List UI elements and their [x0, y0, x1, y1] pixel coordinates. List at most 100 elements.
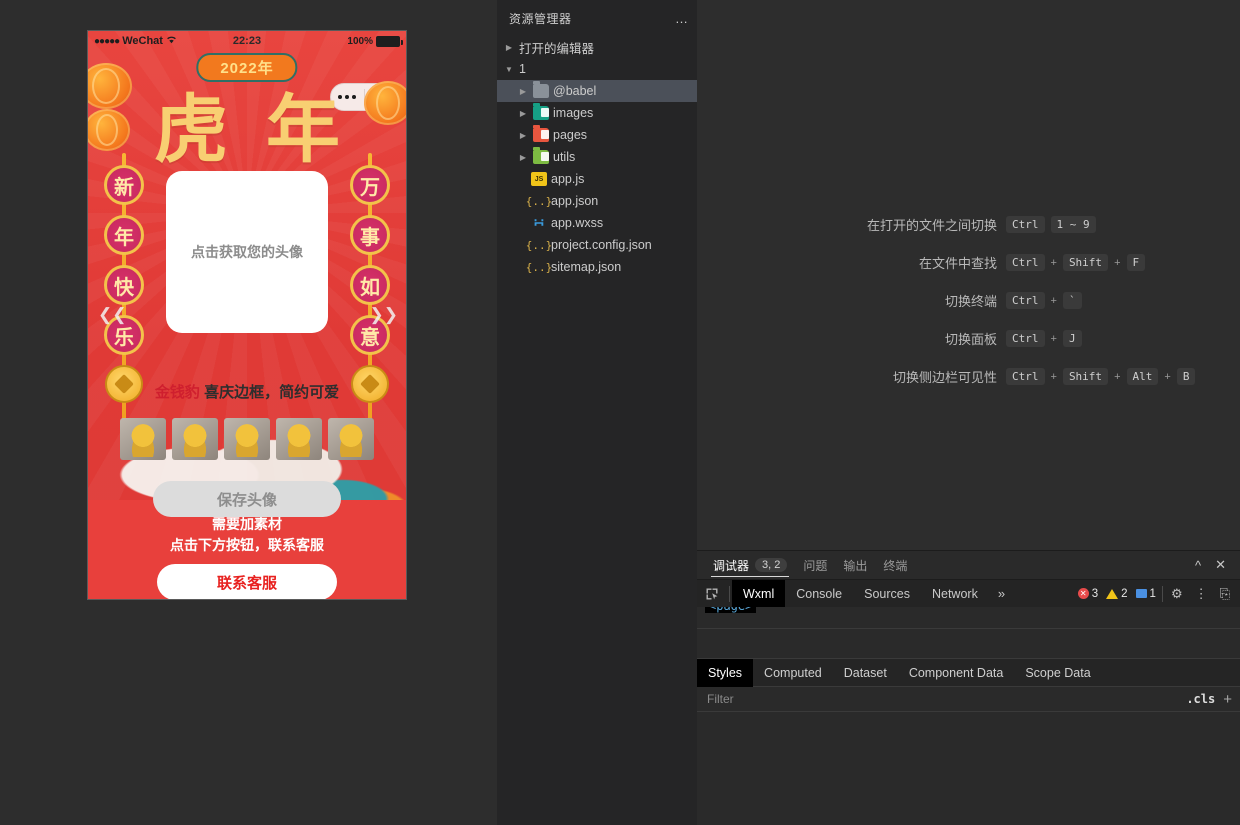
plus-separator: + — [1164, 371, 1170, 383]
tree-item-label: app.wxss — [551, 216, 603, 230]
plus-separator: + — [1051, 295, 1057, 307]
tree-item-images[interactable]: ▶ images — [497, 102, 697, 124]
tree-item-app-wxss[interactable]: ∺ app.wxss — [497, 212, 697, 234]
tree-item-sitemap-json[interactable]: {..} sitemap.json — [497, 256, 697, 278]
phone-simulator-frame: ●●●●● WeChat 22:23 100% 2022年 虎年 — [87, 30, 407, 600]
tree-item-label: images — [553, 106, 593, 120]
carrier-label: WeChat — [122, 35, 163, 47]
chevron-right-icon[interactable]: ▶ — [517, 131, 529, 140]
tree-item-babel[interactable]: ▶ @babel — [497, 80, 697, 102]
gear-icon[interactable]: ⚙ — [1165, 586, 1189, 602]
debugger-tab-bar: 调试器 3, 2 问题 输出 终端 ^ ✕ — [697, 551, 1240, 579]
styles-tab-component-data[interactable]: Component Data — [898, 659, 1015, 687]
styles-tab-styles[interactable]: Styles — [697, 659, 753, 687]
devtools-tab-wxml[interactable]: Wxml — [732, 580, 785, 608]
styles-tab-scope-data[interactable]: Scope Data — [1014, 659, 1101, 687]
shortcut-keys: Ctrl + J — [1006, 330, 1082, 347]
close-icon[interactable]: ✕ — [1215, 557, 1226, 573]
explorer-section-root[interactable]: ▼ 1 — [497, 58, 697, 80]
carousel-thumbnail[interactable] — [224, 418, 270, 460]
key-cap: Shift — [1063, 254, 1108, 271]
plus-icon[interactable]: + — [1221, 691, 1232, 708]
toolbar-divider — [1162, 586, 1163, 602]
toolbar-divider — [729, 586, 730, 602]
devtools-tab-network[interactable]: Network — [921, 580, 989, 608]
chevron-right-icon[interactable]: ▶ — [503, 43, 515, 52]
more-tabs-icon[interactable]: » — [989, 586, 1014, 601]
signal-dots-icon: ●●●●● — [94, 36, 119, 47]
section-label: 1 — [519, 62, 526, 76]
status-left: ●●●●● WeChat — [94, 35, 177, 47]
shortcut-label: 在打开的文件之间切换 — [817, 215, 997, 234]
save-avatar-button[interactable]: 保存头像 — [153, 481, 341, 517]
key-cap: Shift — [1063, 368, 1108, 385]
shortcut-row: 在文件中查找 Ctrl + Shift + F — [817, 253, 1195, 272]
tree-item-label: pages — [553, 128, 587, 142]
blessings-right-column: 万 事 如 意 — [350, 165, 390, 403]
footer-line-1: 需要加素材 — [88, 514, 406, 535]
year-badge: 2022年 — [196, 53, 297, 82]
tab-label: 终端 — [883, 557, 907, 574]
avatar-picker[interactable]: 点击获取您的头像 — [166, 171, 328, 333]
carousel-thumbnail[interactable] — [120, 418, 166, 460]
inspect-element-icon[interactable] — [697, 580, 727, 608]
devtools-status-actions: ✕ 3 2 1 ⚙ ⋮ ⎘ — [1074, 586, 1240, 602]
devtools-tab-console[interactable]: Console — [785, 580, 853, 608]
chevron-right-icon[interactable]: ▶ — [517, 153, 529, 162]
shortcut-row: 在打开的文件之间切换 Ctrl 1 ~ 9 — [817, 215, 1195, 234]
chevron-right-icon[interactable]: ▶ — [517, 109, 529, 118]
wxml-node-page[interactable]: <page> — [705, 607, 756, 613]
tab-debugger[interactable]: 调试器 3, 2 — [705, 551, 795, 579]
wxml-tree-strip[interactable]: <page> — [697, 607, 1240, 629]
tab-problems[interactable]: 问题 — [795, 551, 835, 579]
carousel-thumbnail[interactable] — [172, 418, 218, 460]
carousel-thumbnail[interactable] — [276, 418, 322, 460]
shortcut-row: 切换侧边栏可见性 Ctrl + Shift + Alt + B — [817, 367, 1195, 386]
folder-pages-icon — [533, 128, 549, 142]
tree-item-pages[interactable]: ▶ pages — [497, 124, 697, 146]
more-vertical-icon[interactable]: ⋮ — [1189, 586, 1214, 602]
keyboard-shortcuts-list: 在打开的文件之间切换 Ctrl 1 ~ 9 在文件中查找 Ctrl + Shif… — [817, 215, 1195, 386]
json-file-icon: {..} — [531, 194, 547, 208]
more-horizontal-icon[interactable]: … — [675, 11, 689, 26]
info-counter[interactable]: 1 — [1132, 588, 1160, 600]
blessing-char: 万 — [350, 165, 390, 205]
tree-item-project-config[interactable]: {..} project.config.json — [497, 234, 697, 256]
tree-item-app-json[interactable]: {..} app.json — [497, 190, 697, 212]
blessings-left-column: 新 年 快 乐 — [104, 165, 144, 403]
styles-filter-input[interactable] — [705, 691, 1180, 707]
tab-terminal[interactable]: 终端 — [875, 551, 915, 579]
tree-item-app-js[interactable]: JS app.js — [497, 168, 697, 190]
carousel-thumbnail[interactable] — [328, 418, 374, 460]
json-file-icon: {..} — [531, 260, 547, 274]
chevron-up-icon[interactable]: ^ — [1195, 558, 1201, 573]
error-count: 3 — [1092, 588, 1098, 600]
key-cap: Ctrl — [1006, 254, 1045, 271]
tree-item-label: app.js — [551, 172, 584, 186]
footer-line-2: 点击下方按钮，联系客服 — [88, 535, 406, 556]
chevron-right-icon[interactable]: ❯❯ — [370, 305, 399, 325]
error-counter[interactable]: ✕ 3 — [1074, 588, 1102, 600]
tab-label: 问题 — [803, 557, 827, 574]
json-file-icon: {..} — [531, 238, 547, 252]
frame-carousel[interactable] — [88, 416, 406, 462]
styles-tab-dataset[interactable]: Dataset — [833, 659, 898, 687]
shortcut-label: 在文件中查找 — [817, 253, 997, 272]
devtools-tab-sources[interactable]: Sources — [853, 580, 921, 608]
chevron-right-icon[interactable]: ▶ — [517, 87, 529, 96]
contact-support-button[interactable]: 联系客服 — [157, 564, 337, 600]
explorer-section-open-editors[interactable]: ▶ 打开的编辑器 — [497, 36, 697, 58]
chevron-left-icon[interactable]: ❮❮ — [98, 305, 127, 325]
warning-counter[interactable]: 2 — [1102, 588, 1131, 600]
chevron-down-icon[interactable]: ▼ — [503, 65, 515, 74]
dock-panel-icon[interactable]: ⎘ — [1214, 586, 1236, 602]
plus-separator: + — [1051, 371, 1057, 383]
tab-output[interactable]: 输出 — [835, 551, 875, 579]
cls-button[interactable]: .cls — [1180, 692, 1221, 706]
folder-images-icon — [533, 106, 549, 120]
styles-tab-computed[interactable]: Computed — [753, 659, 833, 687]
tree-item-utils[interactable]: ▶ utils — [497, 146, 697, 168]
tree-item-label: project.config.json — [551, 238, 652, 252]
wxss-file-icon: ∺ — [531, 216, 547, 230]
debugger-badge: 3, 2 — [755, 558, 787, 572]
